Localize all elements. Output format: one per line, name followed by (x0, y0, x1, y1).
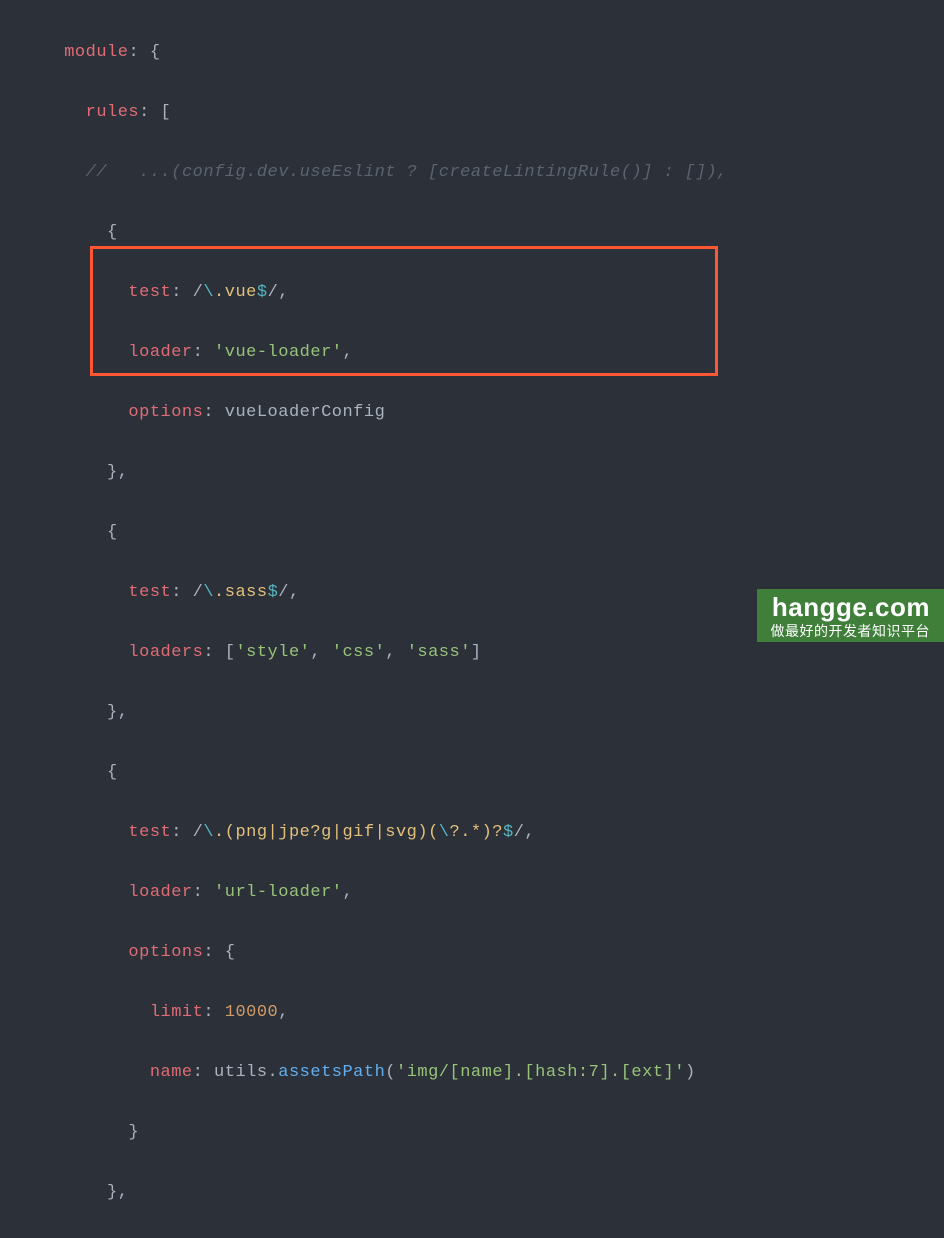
code-line: loader: 'url-loader', (0, 878, 944, 908)
code-line: { (0, 218, 944, 248)
code-line: test: /\.(png|jpe?g|gif|svg)(\?.*)?$/, (0, 818, 944, 848)
watermark: hangge.com 做最好的开发者知识平台 (757, 589, 944, 642)
code-line: }, (0, 1178, 944, 1208)
code-line: name: utils.assetsPath('img/[name].[hash… (0, 1058, 944, 1088)
code-line: // ...(config.dev.useEslint ? [createLin… (0, 158, 944, 188)
code-line: limit: 10000, (0, 998, 944, 1028)
watermark-tagline: 做最好的开发者知识平台 (771, 623, 931, 639)
code-line: { (0, 518, 944, 548)
code-line: }, (0, 698, 944, 728)
code-line: options: { (0, 938, 944, 968)
code-line: test: /\.vue$/, (0, 278, 944, 308)
watermark-site: hangge.com (771, 593, 931, 623)
code-line: { (0, 758, 944, 788)
code-line: module: { (0, 38, 944, 68)
code-line: loaders: ['style', 'css', 'sass'] (0, 638, 944, 668)
code-line: loader: 'vue-loader', (0, 338, 944, 368)
code-line: } (0, 1118, 944, 1148)
code-line: options: vueLoaderConfig (0, 398, 944, 428)
code-line: rules: [ (0, 98, 944, 128)
code-line: }, (0, 458, 944, 488)
